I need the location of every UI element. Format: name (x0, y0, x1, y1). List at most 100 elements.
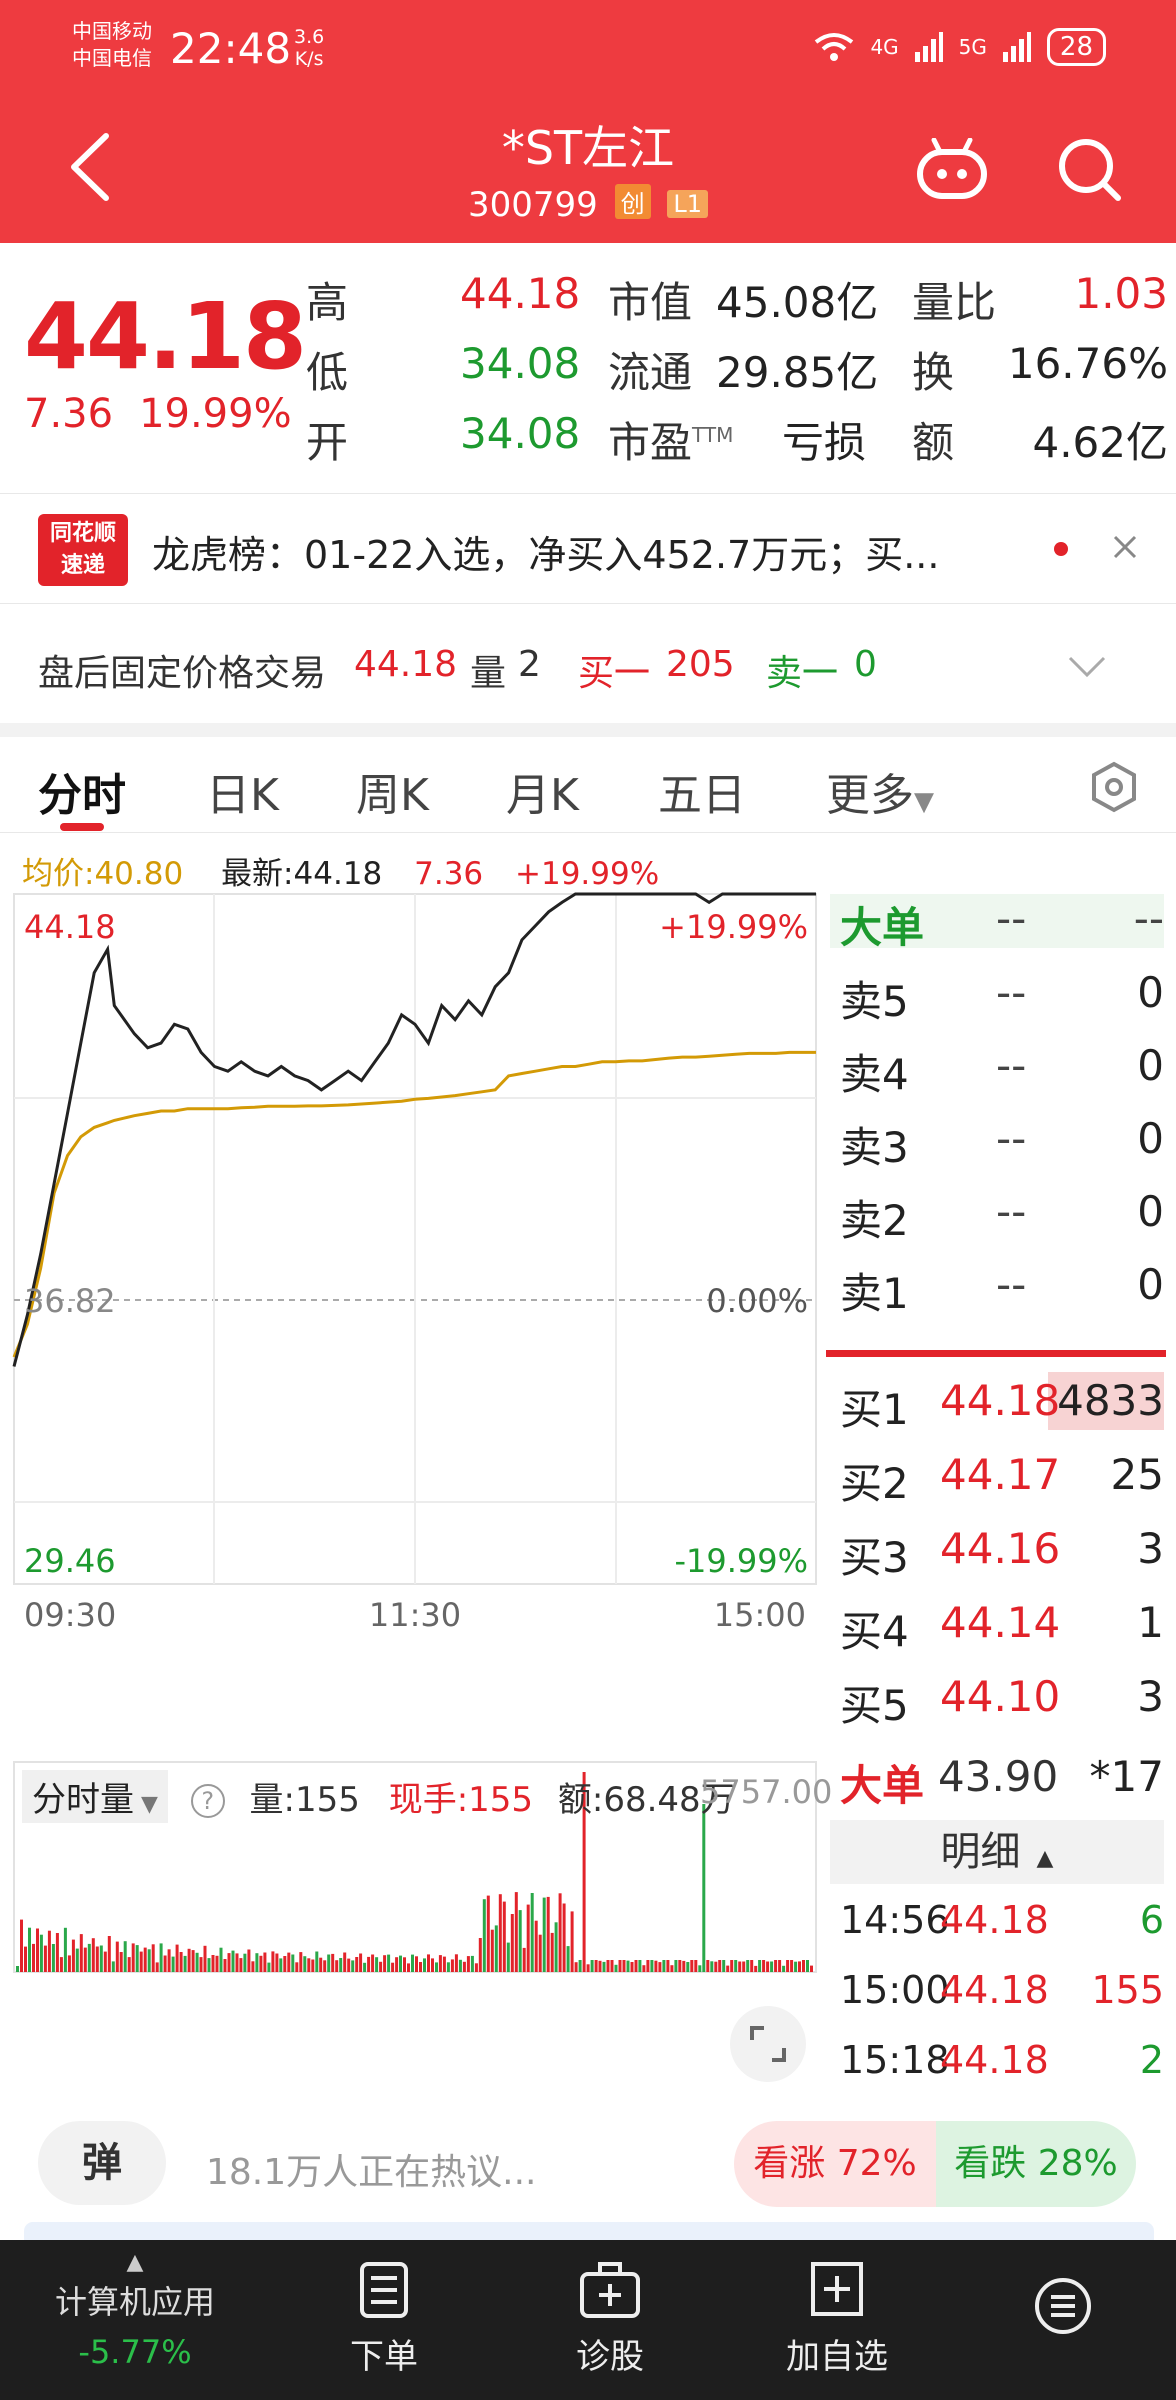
volume-bar (151, 1944, 155, 1972)
ask-row-3[interactable]: 卖3 -- 0 (832, 1114, 1172, 1184)
volume-bar (526, 1904, 530, 1972)
bid-row-3[interactable]: 买3 44.16 3 (832, 1524, 1172, 1594)
volume-bar (722, 1960, 726, 1972)
volume-bar (235, 1953, 239, 1972)
news-banner[interactable]: 同花顺 速递 龙虎榜：01-22入选，净买入452.7万元；买... (0, 493, 1176, 603)
volume-max: 5757.00 (700, 1773, 833, 1811)
robot-assistant-icon[interactable] (916, 138, 988, 200)
volume-bar (634, 1960, 638, 1972)
volume-selector[interactable]: 分时量 ▼ (22, 1770, 168, 1823)
turnover-value: 16.76% (1007, 339, 1168, 388)
detail-header[interactable]: 明细 ▲ (830, 1820, 1164, 1884)
bid-row-1[interactable]: 买1 44.18 4833 (832, 1376, 1172, 1446)
signal-icon (914, 32, 943, 62)
volume-bar (43, 1945, 47, 1972)
tab-monthly-k[interactable]: 月K (506, 759, 579, 823)
expand-button[interactable] (730, 2006, 806, 2082)
pe-value: 亏损 (782, 418, 867, 467)
tab-intraday[interactable]: 分时 (38, 759, 126, 823)
volume-bar (750, 1960, 754, 1972)
volume-bar (730, 1960, 734, 1972)
tab-five-day[interactable]: 五日 (658, 759, 746, 823)
volume-bar (694, 1960, 698, 1972)
bearish-vote-button[interactable]: 看跌 28% (936, 2121, 1136, 2207)
volume-bar (351, 1960, 355, 1972)
ask-row-4[interactable]: 卖4 -- 0 (832, 1041, 1172, 1111)
low-label: 低 (306, 348, 349, 397)
volume-bar (399, 1955, 402, 1972)
tab-weekly-k[interactable]: 周K (356, 759, 429, 823)
after-hours-bid: 205 (666, 644, 735, 685)
volume-bar (798, 1961, 801, 1972)
volume-bar (291, 1954, 295, 1972)
volume-bar (602, 1961, 606, 1972)
volume-bar (115, 1941, 119, 1972)
volume-bar (638, 1960, 642, 1972)
add-watchlist-button[interactable]: 加自选 (772, 2260, 902, 2378)
volume-bar (379, 1961, 383, 1972)
volume-bar (435, 1962, 438, 1972)
volume-bar (199, 1957, 203, 1972)
bid-row-5[interactable]: 买5 44.10 3 (832, 1672, 1172, 1742)
tab-daily-k[interactable]: 日K (206, 759, 279, 823)
search-icon[interactable] (1056, 136, 1124, 204)
bid-row-2[interactable]: 买2 44.17 25 (832, 1450, 1172, 1520)
intraday-chart[interactable]: 44.18 36.82 29.46 +19.99% 0.00% -19.99% … (0, 880, 822, 2100)
diagnose-button[interactable]: 诊股 (548, 2260, 672, 2378)
volume-bar (690, 1960, 694, 1972)
bullish-vote-button[interactable]: 看涨 72% (734, 2121, 936, 2207)
volume-bar (630, 1962, 634, 1972)
volume-bar (462, 1961, 466, 1972)
volume-bar (566, 1946, 570, 1972)
pct-label-mid: 0.00% (706, 1282, 808, 1320)
volume-bar (794, 1961, 798, 1972)
volume-bar (299, 1952, 303, 1972)
chevron-down-icon[interactable] (1068, 656, 1106, 678)
order-button[interactable]: 下单 (322, 2260, 446, 2378)
volume-bar (450, 1959, 454, 1972)
sector-info[interactable]: ▲ 计算机应用 -5.77% (0, 2250, 270, 2371)
settings-hexagon-icon[interactable] (1088, 761, 1140, 813)
mktcap-label: 市值 (608, 278, 693, 327)
close-icon[interactable] (1112, 534, 1138, 560)
after-hours-trading[interactable]: 盘后固定价格交易 44.18 量 2 买一 205 卖一 0 (0, 603, 1176, 723)
amount-value: 4.62亿 (1032, 418, 1168, 467)
network-type-1: 4G (870, 35, 899, 59)
volume-bar (586, 1964, 590, 1972)
ask-row-1[interactable]: 卖1 -- 0 (832, 1260, 1172, 1330)
volume-bar (546, 1896, 550, 1972)
volume-bar (127, 1957, 131, 1972)
volume-bar (335, 1960, 339, 1972)
tab-more[interactable]: 更多▼ (826, 759, 934, 823)
ask-row-2[interactable]: 卖2 -- 0 (832, 1187, 1172, 1257)
volume-bar (538, 1934, 542, 1972)
volume-bar (666, 1960, 670, 1972)
big-order-summary[interactable]: 大单 43.90 *17 (832, 1752, 1172, 1822)
help-icon[interactable]: ? (190, 1784, 225, 1818)
volume-bar (131, 1943, 135, 1972)
bid-row-4[interactable]: 买4 44.14 1 (832, 1598, 1172, 1668)
danmaku-toggle[interactable]: 弹 (38, 2121, 166, 2205)
volume-bar (642, 1965, 646, 1972)
volratio-value: 1.03 (1074, 269, 1168, 318)
volume-bar (231, 1950, 235, 1972)
add-square-icon (811, 2262, 863, 2316)
volume-bar (502, 1901, 506, 1972)
volume-bar (786, 1960, 790, 1972)
volume-bar (363, 1962, 367, 1972)
volume-bar (303, 1956, 307, 1972)
high-value: 44.18 (460, 269, 581, 318)
volume-bar (427, 1954, 430, 1972)
volume-bar (163, 1955, 167, 1972)
y-label-bottom: 29.46 (24, 1542, 116, 1580)
ask-row-5[interactable]: 卖5 -- 0 (832, 968, 1172, 1038)
volume-bar (391, 1962, 395, 1972)
menu-button[interactable] (1026, 2276, 1100, 2345)
discussion-input[interactable]: 18.1万人正在热议... (206, 2143, 537, 2195)
volume-bar (59, 1957, 63, 1972)
volume-bar (75, 1948, 79, 1972)
volume-bar (678, 1960, 682, 1972)
volume-bar (558, 1893, 562, 1972)
news-text[interactable]: 龙虎榜：01-22入选，净买入452.7万元；买... (152, 524, 939, 579)
volume-bar (403, 1957, 406, 1972)
